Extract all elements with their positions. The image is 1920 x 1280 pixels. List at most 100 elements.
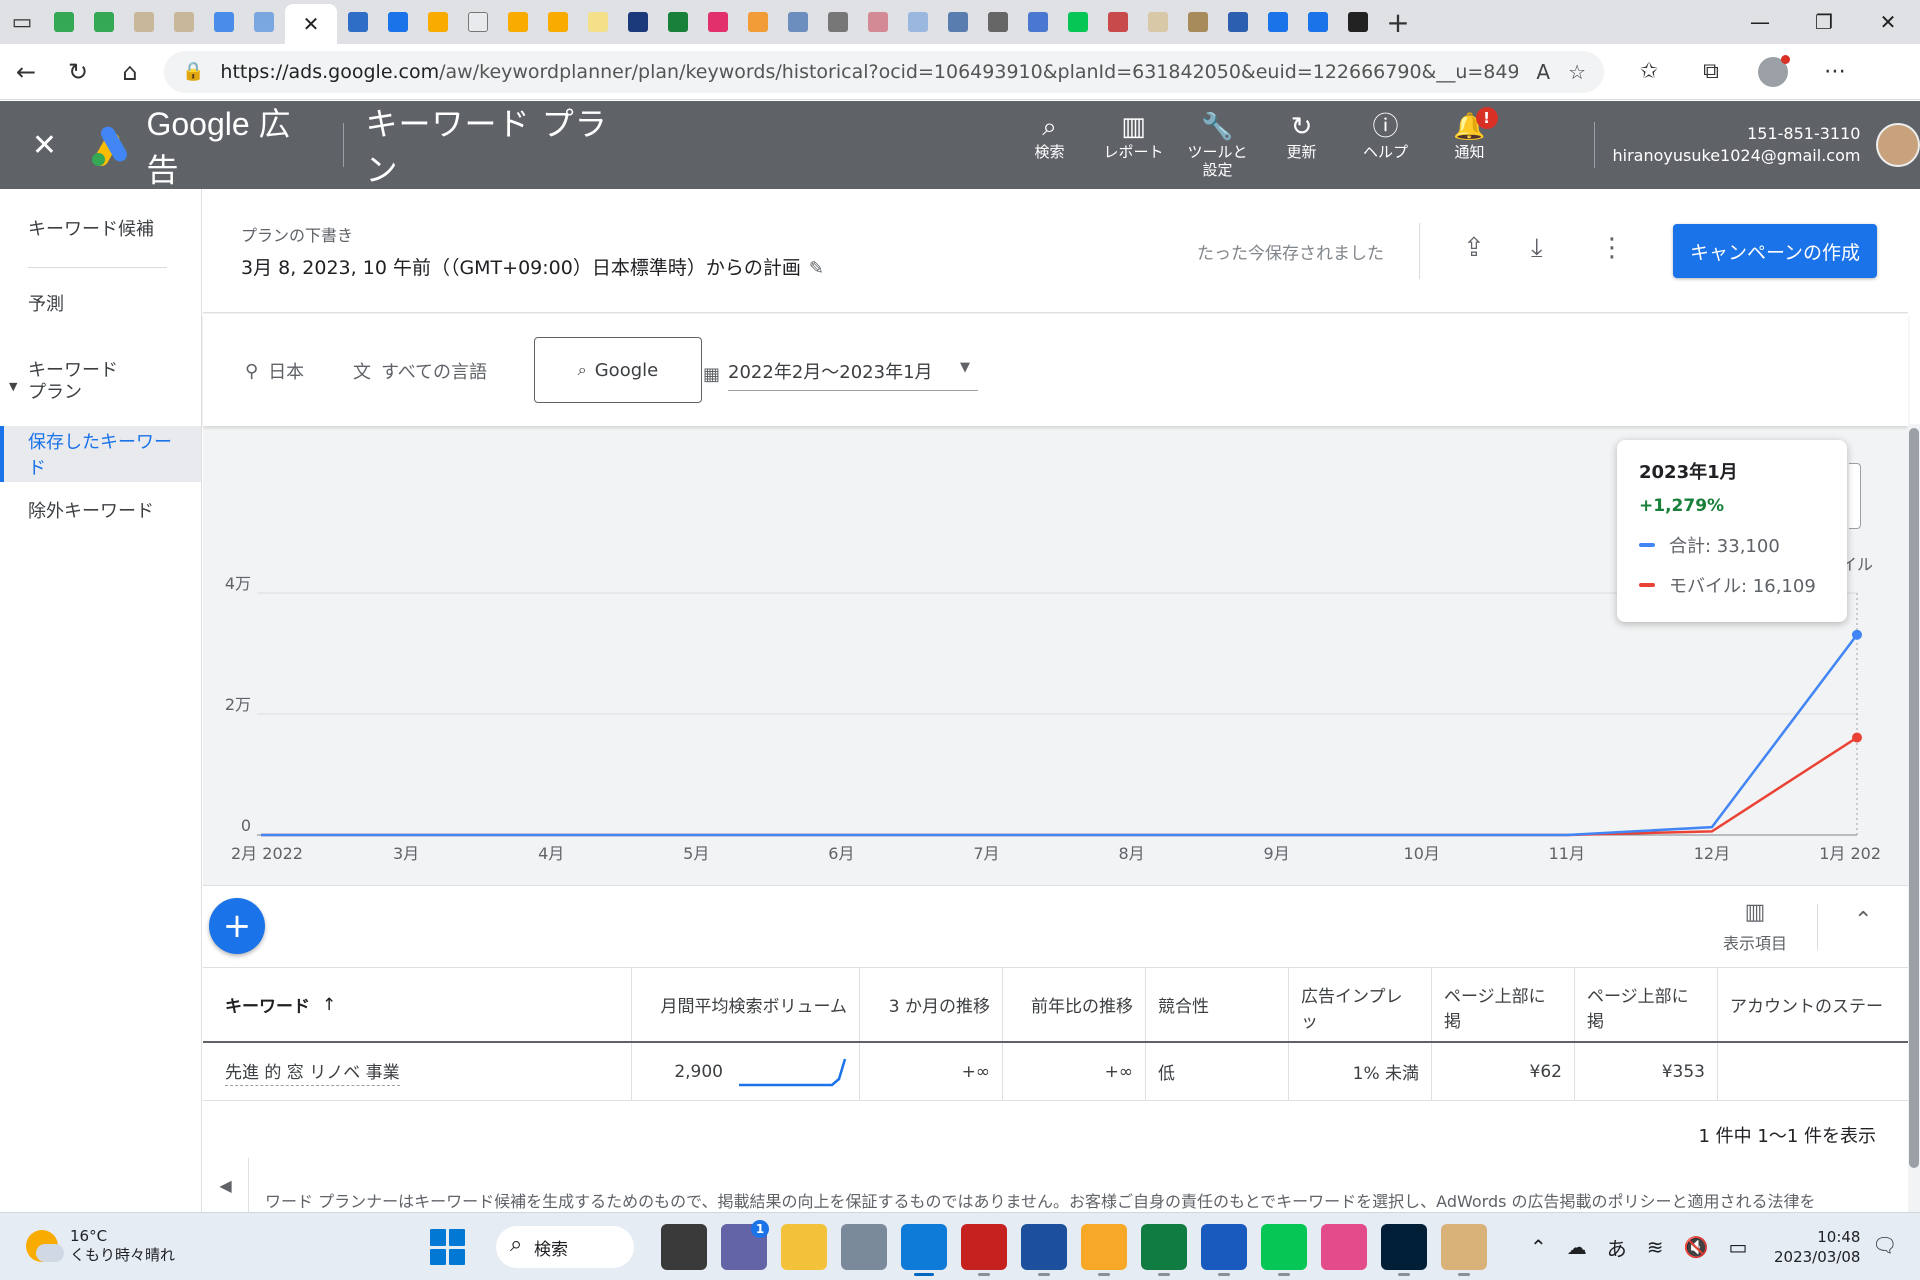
sidebar-item-keyword-ideas[interactable]: キーワード候補 [0,189,201,267]
browser-tab[interactable] [459,5,497,39]
browser-tab[interactable] [619,5,657,39]
reload-icon[interactable]: ↻ [52,44,104,100]
create-campaign-button[interactable]: キャンペーンの作成 [1673,224,1877,278]
browser-tab[interactable] [379,5,417,39]
add-keyword-button[interactable]: + [209,898,265,954]
browser-tab[interactable] [659,5,697,39]
share-icon[interactable]: ⇪ [1463,233,1485,263]
browser-tab[interactable] [499,5,537,39]
line-icon[interactable] [1261,1224,1307,1276]
chat-icon[interactable]: 1 [721,1220,769,1270]
page-scrollbar-thumb[interactable] [1909,428,1919,1168]
collapse-icon[interactable]: ⌃ [1854,908,1872,933]
language-filter[interactable]: 文すべての言語 [353,358,487,384]
clock[interactable]: 10:48 2023/03/08 [1774,1227,1860,1267]
scroll-left-icon[interactable]: ◀ [203,1158,249,1212]
collections-icon[interactable]: ⧉ [1680,44,1742,100]
edit-pencil-icon[interactable]: ✎ [809,258,824,279]
minimize-icon[interactable]: — [1728,0,1792,44]
notifications-button[interactable]: 🔔! 通知 [1428,107,1512,179]
browser-tab[interactable] [85,5,123,39]
browser-tab[interactable] [419,5,457,39]
file-explorer-icon[interactable] [781,1224,827,1270]
header-impression-share[interactable]: 広告インプレッ [1289,968,1432,1041]
help-button[interactable]: ⓘ ヘルプ [1344,111,1428,179]
browser-tab[interactable] [699,5,737,39]
browser-tab[interactable] [579,5,617,39]
browser-tab[interactable] [1219,5,1257,39]
browser-tab[interactable] [165,5,203,39]
close-tab-icon[interactable]: ✕ [303,12,320,36]
network-filter[interactable]: ⌕ Google [534,337,702,403]
header-top-bid-high[interactable]: ページ上部に掲 [1575,968,1718,1041]
close-window-icon[interactable]: ✕ [1856,0,1920,44]
browser-tab[interactable] [1019,5,1057,39]
sidebar-item-forecast[interactable]: 予測 [0,268,201,338]
taskbar-search[interactable]: 検索 [496,1226,634,1268]
app-icon[interactable] [841,1224,887,1270]
date-range-select[interactable]: ▦ 2022年2月〜2023年1月 ▼ [703,358,979,391]
back-icon[interactable]: ← [0,44,52,100]
header-competition[interactable]: 競合性 [1146,968,1289,1041]
weather-widget[interactable]: 16°C くもり時々晴れ [26,1227,175,1265]
header-yoy[interactable]: 前年比の推移 [1003,968,1146,1041]
sidebar-item-saved-keywords[interactable]: 保存したキーワード [0,426,201,482]
start-icon[interactable] [430,1229,466,1265]
sublime-icon[interactable] [1081,1224,1127,1276]
app-icon[interactable] [1321,1224,1367,1270]
task-view-icon[interactable] [661,1224,707,1270]
browser-tab[interactable] [45,5,83,39]
home-icon[interactable]: ⌂ [104,44,156,100]
header-volume[interactable]: 月間平均検索ボリューム [632,968,860,1041]
tools-settings-button[interactable]: 🔧 ツールと 設定 [1176,111,1260,179]
new-tab-button[interactable]: + [1378,0,1418,44]
browser-tab[interactable] [1179,5,1217,39]
photoshop-icon[interactable] [1381,1224,1427,1276]
browser-tab[interactable] [819,5,857,39]
word-icon[interactable] [1201,1224,1247,1276]
browser-tab[interactable] [1299,5,1337,39]
cell-keyword[interactable]: 先進 的 窓 リノベ 事業 [203,1043,632,1100]
browser-tab[interactable] [899,5,937,39]
location-filter[interactable]: ⚲ 日本 [245,358,304,384]
close-icon[interactable]: ✕ [0,128,89,163]
header-top-bid-low[interactable]: ページ上部に掲 [1432,968,1575,1041]
columns-button[interactable]: ▥ 表示項目 [1715,900,1795,954]
report-button[interactable]: ▥ レポート [1092,111,1176,179]
browser-tab[interactable] [245,5,283,39]
browser-tab-active[interactable]: ✕ [285,4,337,44]
battery-icon[interactable]: ▭ [1728,1235,1747,1259]
tray-overflow-icon[interactable]: ⌃ [1530,1235,1547,1259]
refresh-button[interactable]: ↻ 更新 [1260,111,1344,179]
header-three-month[interactable]: 3 か月の推移 [860,968,1003,1041]
legend-box[interactable] [1849,463,1861,529]
more-menu-icon[interactable]: ⋯ [1804,44,1866,100]
browser-tab[interactable] [339,5,377,39]
browser-tab[interactable] [1139,5,1177,39]
header-account-status[interactable]: アカウントのステー [1718,968,1908,1041]
sidebar-item-keyword-plan[interactable]: キーワード プラン [0,338,201,426]
browser-tab[interactable] [739,5,777,39]
sidebar-item-negative-keywords[interactable]: 除外キーワード [0,482,201,538]
restore-icon[interactable]: ❐ [1792,0,1856,44]
browser-tab[interactable] [859,5,897,39]
app-icon[interactable] [1441,1224,1487,1276]
add-favorite-icon[interactable]: ☆ [1568,60,1586,84]
search-button[interactable]: ⌕ 検索 [1008,111,1092,179]
volume-muted-icon[interactable]: 🔇 [1684,1235,1709,1259]
cloud-icon[interactable]: ☁ [1567,1235,1587,1259]
browser-tab[interactable] [779,5,817,39]
notification-center-icon[interactable]: 🗨 [1872,1233,1897,1257]
slack-icon[interactable] [1021,1224,1067,1276]
browser-tab[interactable] [205,5,243,39]
browser-tab[interactable] [979,5,1017,39]
browser-tab[interactable] [1059,5,1097,39]
browser-tab[interactable] [1339,5,1377,39]
tab-actions-icon[interactable]: ▭ [0,0,44,44]
browser-tab[interactable] [539,5,577,39]
download-icon[interactable]: ⤓ [1531,233,1543,264]
acrobat-icon[interactable] [961,1224,1007,1276]
excel-icon[interactable] [1141,1224,1187,1276]
wifi-icon[interactable]: ≋ [1647,1235,1664,1259]
browser-tab[interactable] [1099,5,1137,39]
